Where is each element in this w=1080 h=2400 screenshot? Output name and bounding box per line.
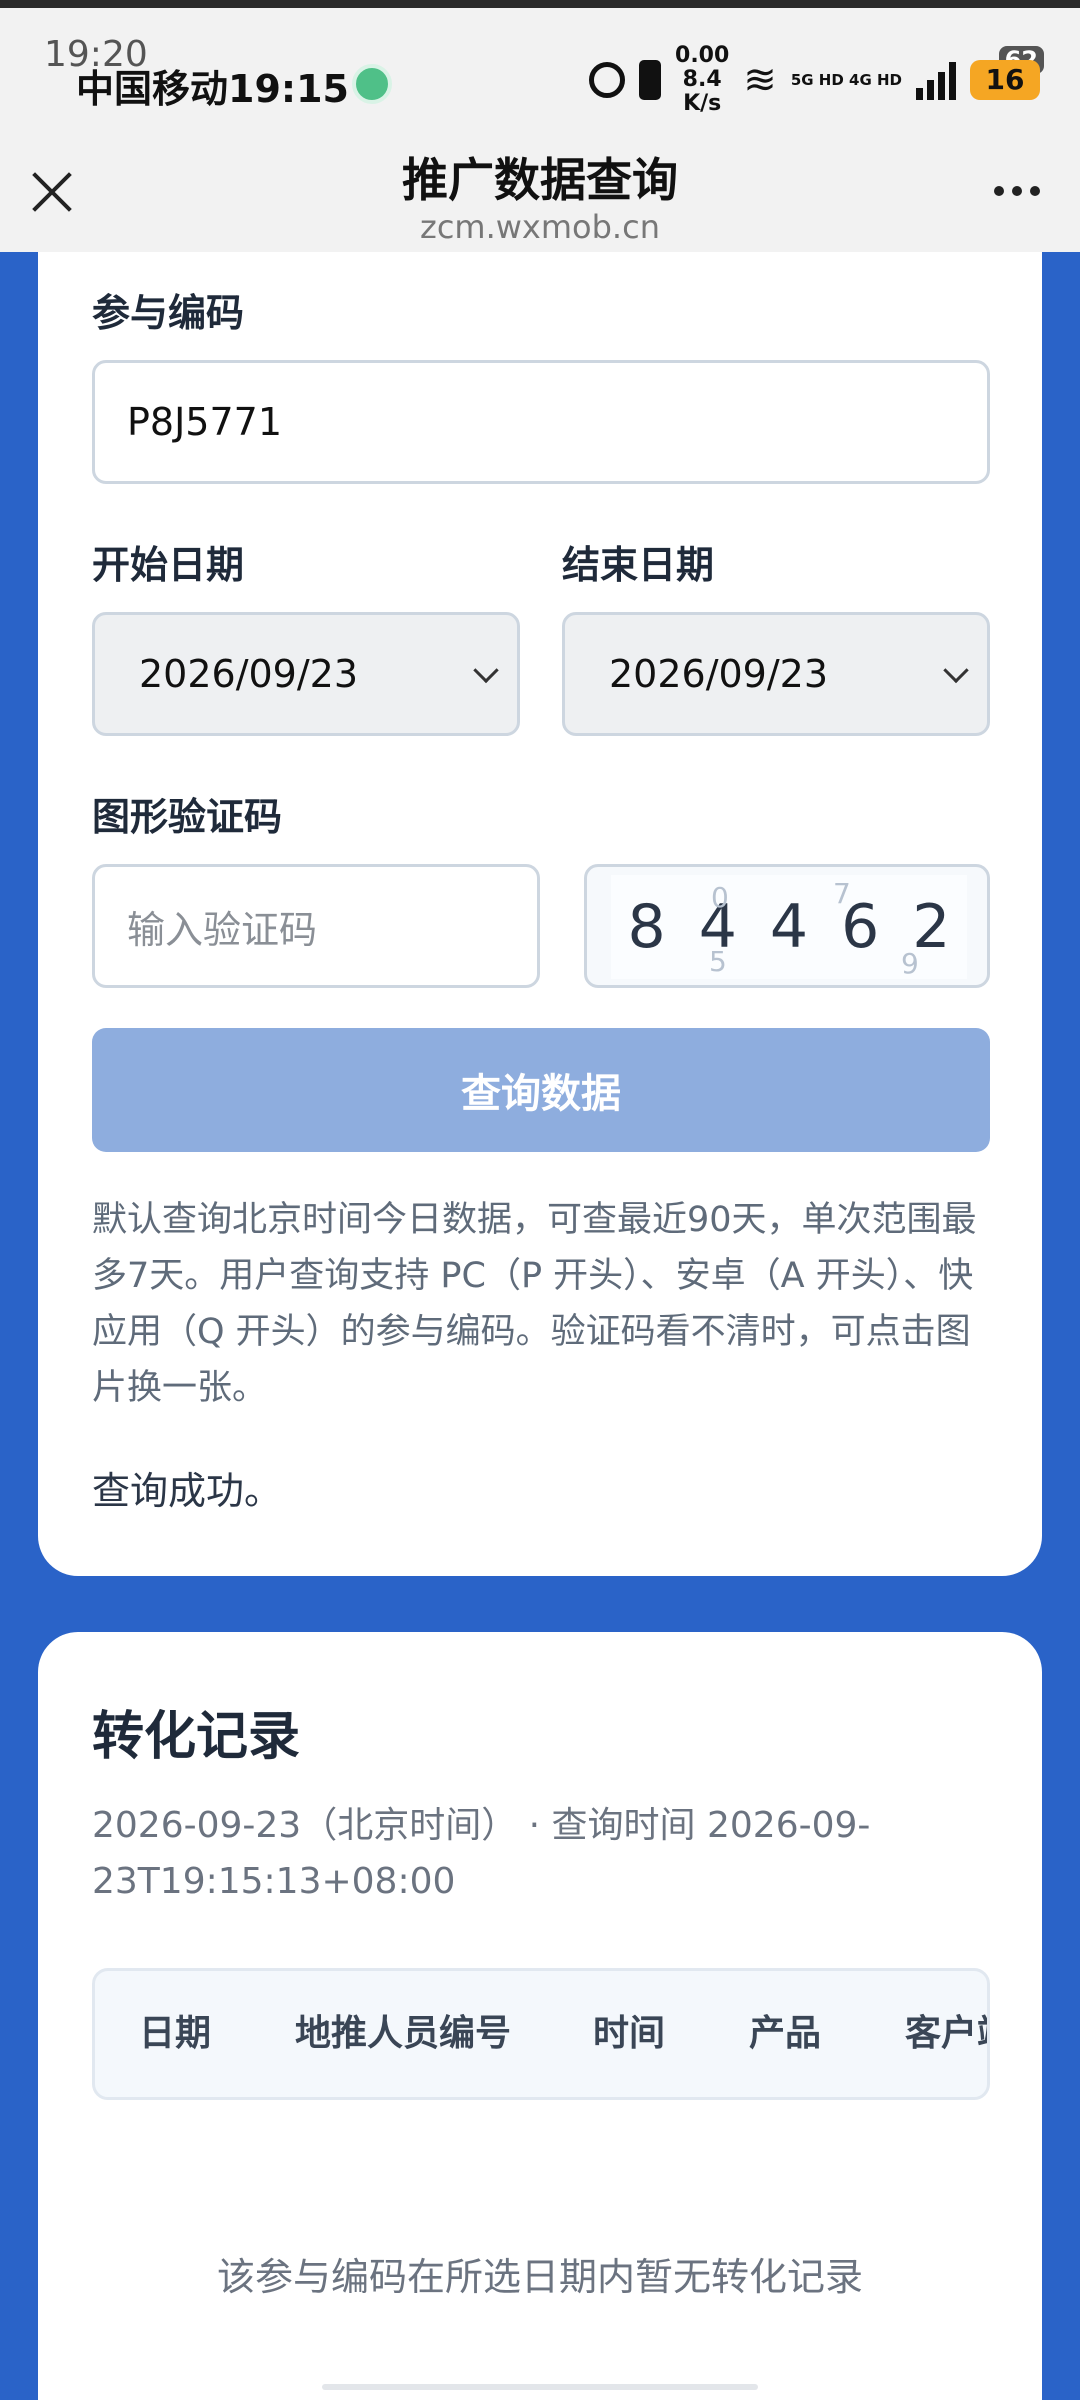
- start-date-label: 开始日期: [92, 543, 245, 587]
- captcha-noise: 0: [711, 881, 729, 914]
- column-header: 地推人员编号: [295, 2013, 512, 2054]
- scroll-indicator: [322, 2384, 758, 2390]
- captcha-label: 图形验证码: [92, 795, 283, 839]
- captcha-noise: 5: [709, 945, 727, 978]
- network-speed-small: 0.00: [675, 43, 730, 68]
- top-bar: 19:20 中国移动19:15 62 0.00 8.4 K/s ≋ 5G HD …: [0, 0, 1080, 252]
- page-title: 推广数据查询: [402, 153, 678, 207]
- captcha-placeholder: 输入验证码: [127, 907, 318, 952]
- chevron-down-icon: [943, 657, 969, 684]
- signal-icon: [916, 60, 956, 100]
- alarm-icon: [589, 62, 626, 98]
- captcha-digit: 4: [769, 892, 809, 962]
- code-label: 参与编码: [92, 291, 245, 335]
- captcha-image[interactable]: 8 4 4 6 2 0 5 7 9: [584, 864, 990, 988]
- query-hint: 默认查询北京时间今日数据，可查最近90天，单次范围最多7天。用户查询支持 PC（…: [92, 1200, 977, 1408]
- status-icons: 0.00 8.4 K/s ≋ 5G HD 4G HD 16: [589, 44, 1040, 116]
- code-input[interactable]: P8J5771: [92, 360, 990, 484]
- start-date-select[interactable]: 2026/09/23: [92, 612, 520, 736]
- battery-indicator: 16: [970, 60, 1040, 100]
- page-url: zcm.wxmob.cn: [420, 208, 660, 246]
- code-value: P8J5771: [127, 400, 283, 444]
- empty-state: 该参与编码在所选日期内暂无转化记录: [216, 2255, 863, 2299]
- app-notification-icon: [352, 64, 392, 104]
- captcha-digit: 8: [627, 892, 666, 962]
- vibrate-icon: [639, 60, 662, 100]
- chevron-down-icon: [473, 657, 499, 684]
- captcha-noise: 9: [901, 947, 919, 980]
- column-header: 时间: [593, 2013, 666, 2054]
- network-speed-unit: K/s: [683, 91, 722, 116]
- column-header: 日期: [139, 2013, 212, 2054]
- status-message: 查询成功。: [92, 1469, 283, 1513]
- column-header: 产品: [749, 2013, 822, 2054]
- query-card: 参与编码 P8J5771 开始日期 结束日期 2026/09/23 2026/0…: [38, 252, 1042, 1576]
- captcha-input[interactable]: 输入验证码: [92, 864, 540, 988]
- column-header: 客户端: [905, 2013, 987, 2054]
- carrier-time: 中国移动19:15: [76, 67, 349, 111]
- captcha-noise: 7: [833, 877, 851, 910]
- records-table-header[interactable]: 日期 地推人员编号 时间 产品 客户端: [92, 1968, 990, 2100]
- records-title: 转化记录: [92, 1707, 301, 1767]
- start-date-value: 2026/09/23: [139, 652, 359, 696]
- end-date-label: 结束日期: [562, 543, 715, 587]
- network-badges: 5G HD 4G HD: [790, 71, 902, 89]
- wifi-icon: ≋: [743, 57, 777, 103]
- records-card: 转化记录 2026-09-23（北京时间） · 查询时间 2026-09-23T…: [38, 1632, 1042, 2400]
- more-icon[interactable]: [994, 186, 1040, 196]
- network-speed: 0.00 8.4 K/s: [675, 44, 729, 116]
- records-meta: 2026-09-23（北京时间） · 查询时间 2026-09-23T19:15…: [92, 1805, 871, 1902]
- network-speed-value: 8.4: [682, 67, 722, 92]
- end-date-value: 2026/09/23: [609, 652, 829, 696]
- end-date-select[interactable]: 2026/09/23: [562, 612, 990, 736]
- query-button[interactable]: 查询数据: [92, 1028, 990, 1152]
